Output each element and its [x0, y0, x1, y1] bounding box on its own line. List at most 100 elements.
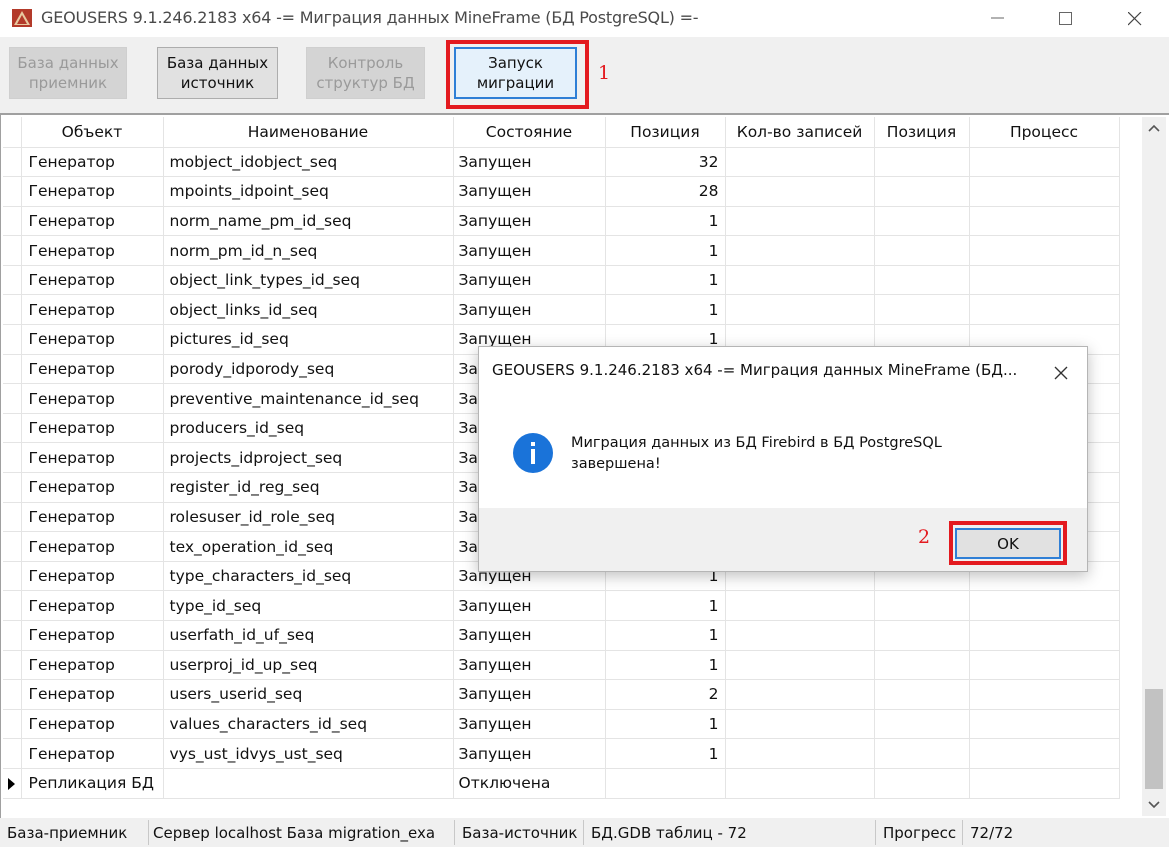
cell-state[interactable]: Запущен	[453, 590, 606, 621]
cell-name[interactable]: object_link_types_id_seq	[163, 265, 454, 296]
cell-position[interactable]: 2	[605, 679, 726, 710]
cell-position-2[interactable]	[874, 650, 970, 681]
cell-position-2[interactable]	[874, 176, 970, 207]
column-header-record-count[interactable]: Кол-во записей	[725, 117, 875, 148]
cell-record-count[interactable]	[725, 147, 875, 178]
cell-object[interactable]: Генератор	[21, 620, 164, 651]
cell-object[interactable]: Генератор	[21, 294, 164, 326]
cell-object[interactable]: Генератор	[21, 324, 164, 355]
cell-object[interactable]: Генератор	[21, 147, 164, 178]
cell-process[interactable]	[969, 206, 1120, 237]
cell-name[interactable]: preventive_maintenance_id_seq	[163, 383, 454, 414]
cell-position-2[interactable]	[874, 679, 970, 710]
cell-process[interactable]	[969, 265, 1120, 296]
cell-name[interactable]: projects_idproject_seq	[163, 442, 454, 474]
table-row[interactable]: Генератор mpoints_idpoint_seq Запущен 28	[3, 176, 1120, 207]
cell-record-count[interactable]	[725, 265, 875, 296]
cell-name[interactable]: producers_id_seq	[163, 413, 454, 444]
cell-state[interactable]: Запущен	[453, 294, 606, 326]
cell-process[interactable]	[969, 738, 1120, 769]
cell-position-2[interactable]	[874, 709, 970, 740]
cell-position-2[interactable]	[874, 294, 970, 326]
cell-object[interactable]: Генератор	[21, 235, 164, 266]
column-header-state[interactable]: Состояние	[453, 117, 606, 148]
cell-object[interactable]: Генератор	[21, 206, 164, 237]
cell-state[interactable]: Запущен	[453, 709, 606, 740]
cell-record-count[interactable]	[725, 768, 875, 799]
table-row[interactable]: Генератор userproj_id_up_seq Запущен 1	[3, 650, 1120, 681]
db-structure-control-button[interactable]: Контроль структур БД	[306, 47, 425, 99]
cell-name[interactable]: object_links_id_seq	[163, 294, 454, 326]
column-header-object[interactable]: Объект	[21, 117, 164, 148]
cell-record-count[interactable]	[725, 650, 875, 681]
cell-name[interactable]: norm_pm_id_n_seq	[163, 235, 454, 266]
table-row[interactable]: Генератор userfath_id_uf_seq Запущен 1	[3, 620, 1120, 651]
scroll-up-icon[interactable]	[1142, 117, 1166, 141]
table-row[interactable]: Генератор object_links_id_seq Запущен 1	[3, 294, 1120, 326]
cell-object[interactable]: Генератор	[21, 383, 164, 414]
cell-object[interactable]: Генератор	[21, 472, 164, 503]
cell-name[interactable]: vys_ust_idvys_ust_seq	[163, 738, 454, 769]
cell-object[interactable]: Генератор	[21, 442, 164, 474]
cell-position-2[interactable]	[874, 620, 970, 651]
cell-record-count[interactable]	[725, 709, 875, 740]
cell-process[interactable]	[969, 650, 1120, 681]
ok-button[interactable]: OK	[955, 528, 1061, 559]
cell-object[interactable]: Генератор	[21, 502, 164, 533]
cell-position[interactable]: 1	[605, 709, 726, 740]
table-row[interactable]: Генератор mobject_idobject_seq Запущен 32	[3, 147, 1120, 178]
cell-object[interactable]: Генератор	[21, 265, 164, 296]
cell-position[interactable]: 1	[605, 650, 726, 681]
column-header-position-2[interactable]: Позиция	[874, 117, 970, 148]
cell-name[interactable]: register_id_reg_seq	[163, 472, 454, 503]
cell-process[interactable]	[969, 235, 1120, 266]
maximize-button[interactable]	[1043, 0, 1089, 37]
column-header-position[interactable]: Позиция	[605, 117, 726, 148]
cell-position[interactable]: 1	[605, 235, 726, 266]
scroll-down-icon[interactable]	[1142, 792, 1166, 816]
cell-state[interactable]: Запущен	[453, 206, 606, 237]
scrollbar-thumb[interactable]	[1145, 689, 1163, 789]
cell-position-2[interactable]	[874, 265, 970, 296]
cell-object[interactable]: Генератор	[21, 709, 164, 740]
cell-name[interactable]: type_characters_id_seq	[163, 561, 454, 592]
cell-record-count[interactable]	[725, 176, 875, 207]
cell-position-2[interactable]	[874, 738, 970, 769]
column-header-name[interactable]: Наименование	[163, 117, 454, 148]
cell-object[interactable]: Генератор	[21, 738, 164, 769]
cell-process[interactable]	[969, 176, 1120, 207]
cell-process[interactable]	[969, 620, 1120, 651]
cell-position[interactable]: 1	[605, 738, 726, 769]
cell-state[interactable]: Запущен	[453, 265, 606, 296]
cell-name[interactable]: mpoints_idpoint_seq	[163, 176, 454, 207]
cell-position[interactable]: 1	[605, 590, 726, 621]
cell-position[interactable]	[605, 768, 726, 799]
cell-object[interactable]: Генератор	[21, 413, 164, 444]
cell-record-count[interactable]	[725, 679, 875, 710]
cell-name[interactable]: mobject_idobject_seq	[163, 147, 454, 178]
cell-record-count[interactable]	[725, 235, 875, 266]
cell-position-2[interactable]	[874, 590, 970, 621]
table-row[interactable]: Генератор norm_name_pm_id_seq Запущен 1	[3, 206, 1120, 237]
cell-state[interactable]: Отключена	[453, 768, 606, 799]
cell-object[interactable]: Генератор	[21, 650, 164, 681]
cell-object[interactable]: Генератор	[21, 590, 164, 621]
cell-object[interactable]: Генератор	[21, 679, 164, 710]
cell-name[interactable]: tex_operation_id_seq	[163, 531, 454, 562]
table-row[interactable]: Генератор values_characters_id_seq Запущен…	[3, 709, 1120, 740]
cell-state[interactable]: Запущен	[453, 176, 606, 207]
cell-record-count[interactable]	[725, 590, 875, 621]
cell-state[interactable]: Запущен	[453, 738, 606, 769]
cell-process[interactable]	[969, 294, 1120, 326]
cell-process[interactable]	[969, 679, 1120, 710]
cell-process[interactable]	[969, 768, 1120, 799]
cell-name[interactable]: users_userid_seq	[163, 679, 454, 710]
cell-position[interactable]: 1	[605, 294, 726, 326]
source-db-button[interactable]: База данных источник	[157, 47, 278, 99]
cell-position-2[interactable]	[874, 235, 970, 266]
cell-name[interactable]: values_characters_id_seq	[163, 709, 454, 740]
target-db-button[interactable]: База данных приемник	[9, 47, 127, 99]
cell-state[interactable]: Запущен	[453, 620, 606, 651]
cell-name[interactable]: rolesuser_id_role_seq	[163, 502, 454, 533]
column-header-process[interactable]: Процесс	[969, 117, 1120, 148]
